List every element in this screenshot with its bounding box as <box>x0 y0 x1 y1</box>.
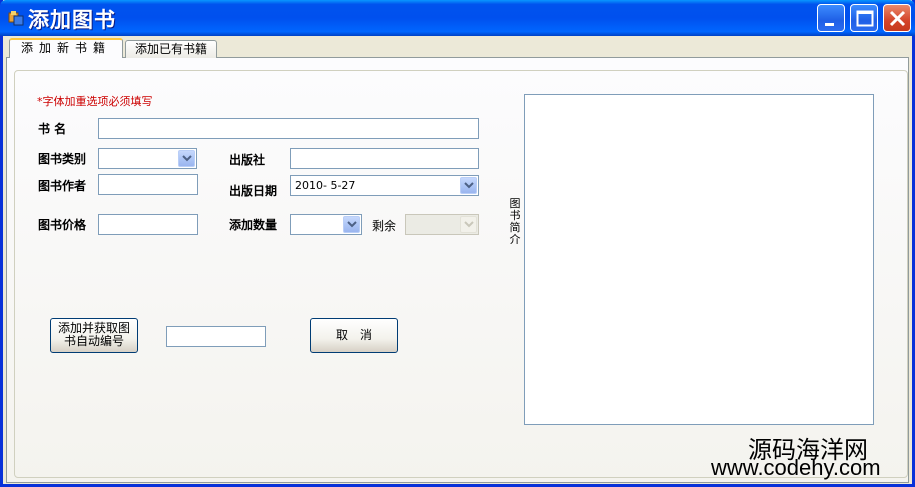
close-icon <box>889 10 906 27</box>
pub-date-dropdown-button[interactable] <box>460 177 477 194</box>
app-icon <box>8 10 24 26</box>
tab-add-existing-book[interactable]: 添加已有书籍 <box>125 40 217 58</box>
summary-textarea[interactable] <box>524 94 874 425</box>
chevron-down-icon <box>182 155 192 162</box>
chevron-down-icon <box>347 221 357 228</box>
remaining-dropdown-button <box>460 216 477 233</box>
add-qty-select[interactable] <box>290 214 362 235</box>
close-button[interactable] <box>883 4 911 32</box>
pub-date-value: 2010- 5-27 <box>295 179 356 192</box>
add-and-get-id-button[interactable]: 添加并获取图 书自动编号 <box>50 318 138 353</box>
watermark-url: www.codehy.com <box>711 455 881 480</box>
book-name-label: 书 名 <box>38 122 67 136</box>
price-input[interactable] <box>98 214 198 235</box>
tab-add-new-book[interactable]: 添加新书籍 <box>9 38 123 58</box>
add-qty-label: 添加数量 <box>229 218 278 232</box>
price-label: 图书价格 <box>38 218 87 232</box>
pub-date-label: 出版日期 <box>229 184 278 198</box>
remaining-label: 剩余 <box>372 219 397 233</box>
add-button-line2: 书自动编号 <box>63 334 124 348</box>
category-dropdown-button[interactable] <box>178 150 195 167</box>
add-qty-dropdown-button[interactable] <box>343 216 360 233</box>
summary-label: 图书简介 <box>509 197 521 246</box>
minimize-icon <box>825 23 834 26</box>
remaining-select <box>405 214 479 235</box>
chevron-down-icon <box>464 182 474 189</box>
publisher-input[interactable] <box>290 148 479 169</box>
required-hint: *字体加重选项必须填写 <box>37 95 153 108</box>
window-title: 添加图书 <box>28 8 116 32</box>
minimize-button[interactable] <box>817 4 845 32</box>
category-select[interactable] <box>98 148 197 169</box>
publisher-label: 出版社 <box>229 153 266 167</box>
maximize-button[interactable] <box>850 4 878 32</box>
pub-date-picker[interactable]: 2010- 5-27 <box>290 175 479 196</box>
category-label: 图书类别 <box>38 152 87 166</box>
book-name-input[interactable] <box>98 118 479 139</box>
chevron-down-icon <box>464 221 474 228</box>
author-input[interactable] <box>98 174 198 195</box>
maximize-icon <box>856 10 874 27</box>
cancel-button[interactable]: 取 消 <box>310 318 398 353</box>
title-bar[interactable]: 添加图书 <box>0 0 915 36</box>
generated-id-input[interactable] <box>166 326 266 347</box>
author-label: 图书作者 <box>38 179 87 193</box>
